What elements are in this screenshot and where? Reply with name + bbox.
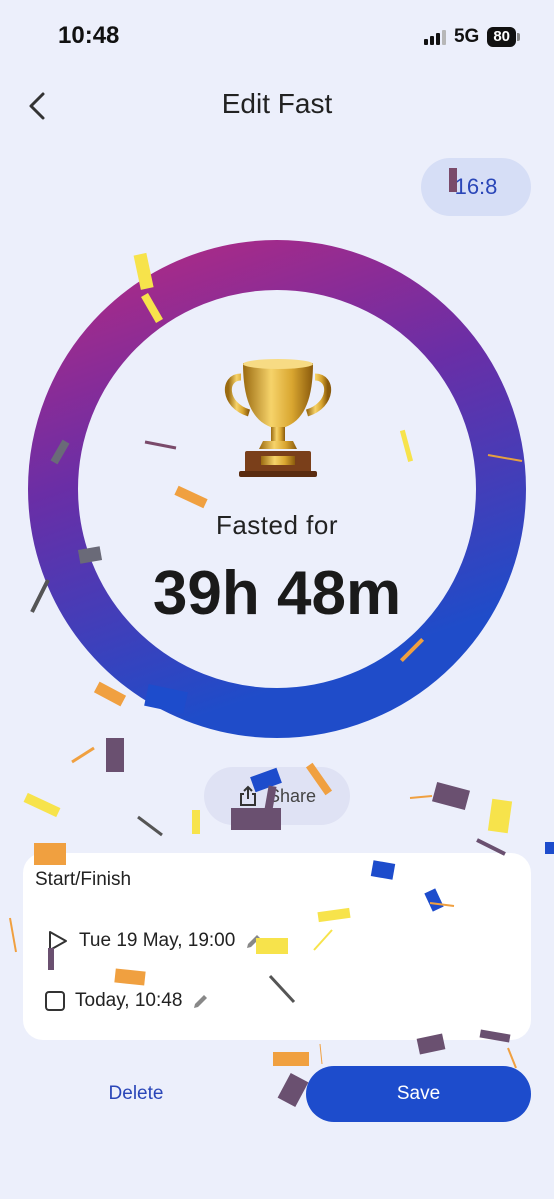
save-button[interactable]: Save <box>306 1066 531 1122</box>
plan-label: 16:8 <box>454 174 498 199</box>
delete-button[interactable]: Delete <box>86 1066 186 1122</box>
share-icon <box>239 785 256 806</box>
trophy-icon <box>221 355 335 480</box>
fasted-duration: 39h 48m <box>152 559 402 628</box>
start-time-row[interactable]: Tue 19 May, 19:00 <box>45 929 263 953</box>
pencil-icon[interactable] <box>192 992 210 1010</box>
share-label: Share <box>267 785 317 806</box>
status-icons: 5G 80 <box>423 26 520 48</box>
progress-ring <box>28 240 526 738</box>
share-button[interactable]: Share <box>204 767 350 825</box>
plan-button[interactable]: 16:8 <box>421 158 531 216</box>
card-title: Start/Finish <box>35 869 132 890</box>
network-label: 5G <box>453 26 480 47</box>
start-finish-card: Start/Finish Tue 19 May, 19:00 Today, 10… <box>23 853 531 1040</box>
checkbox-icon <box>45 991 65 1011</box>
finish-time-value: Today, 10:48 <box>75 990 183 1011</box>
play-outline-icon <box>49 931 67 951</box>
finish-time-row[interactable]: Today, 10:48 <box>45 990 210 1012</box>
battery-icon: 80 <box>487 27 520 47</box>
fasted-label: Fasted for <box>215 510 339 540</box>
start-time-value: Tue 19 May, 19:00 <box>79 930 236 951</box>
status-time: 10:48 <box>58 22 120 49</box>
pencil-icon[interactable] <box>245 932 263 950</box>
signal-icon <box>423 29 446 45</box>
page-title: Edit Fast <box>221 88 333 119</box>
